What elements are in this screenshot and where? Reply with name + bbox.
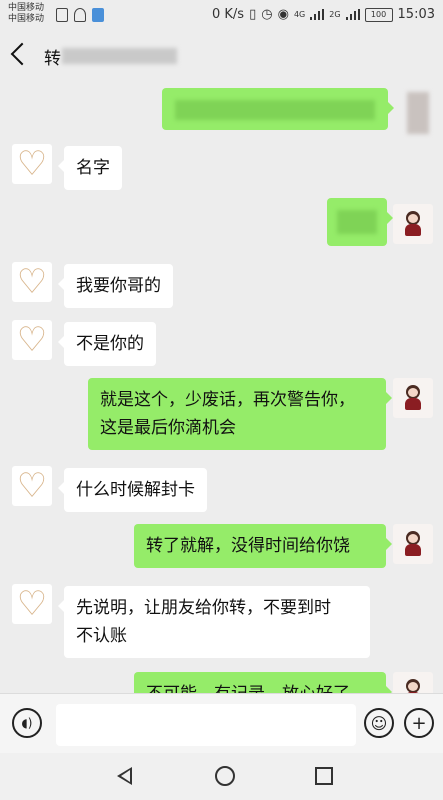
redacted-message: [337, 210, 377, 234]
carrier-1: 中国移动: [8, 3, 45, 13]
girl-avatar-icon: [402, 385, 424, 411]
signal-icon: [310, 9, 325, 20]
message-bubble-received[interactable]: 先说明，让朋友给你转，不要到时 不认账: [58, 586, 370, 658]
system-nav-bar: [0, 753, 443, 800]
eye-icon: ◉: [277, 7, 289, 22]
carrier-2: 中国移动: [8, 14, 45, 24]
message-bubble-received[interactable]: 我要你哥的: [58, 264, 173, 308]
chat-header: 转: [0, 32, 443, 82]
message-bubble-sent[interactable]: 转了就解，没得时间给你饶: [134, 524, 392, 568]
smile-icon: ☺: [370, 713, 388, 733]
self-avatar[interactable]: [393, 204, 433, 244]
status-right: 0 K/s ▯ ◷ ◉ 4G 2G 100 15:03: [212, 7, 435, 22]
vibrate-icon: ▯: [249, 7, 257, 22]
heart-avatar-icon: ♡: [16, 466, 48, 506]
emoji-icon[interactable]: ☺: [364, 708, 394, 738]
self-avatar[interactable]: [393, 672, 433, 693]
signal-2-icon: [345, 9, 360, 20]
chat-title: 转: [44, 49, 61, 69]
alarm-icon: ◷: [261, 7, 273, 22]
redacted-name: [62, 48, 177, 64]
voice-wave-icon: ◖): [21, 716, 33, 730]
clock: 15:03: [397, 7, 435, 22]
contact-avatar[interactable]: ♡: [12, 262, 52, 302]
input-bar: ◖) ☺ +: [0, 693, 443, 754]
network-type-2: 2G: [329, 10, 341, 19]
nav-home-icon[interactable]: [215, 766, 235, 786]
voice-icon[interactable]: ◖): [12, 708, 42, 738]
girl-avatar-icon: [402, 211, 424, 237]
girl-avatar-icon: [402, 531, 424, 557]
redacted-avatar: [407, 92, 429, 134]
net-speed: 0 K/s: [212, 7, 245, 22]
message-list[interactable]: ♡ 名字 ♡ 我要你哥的 ♡ 不是你的 就是这个，少废话，再次警告你， 这是最后…: [0, 82, 443, 693]
heart-avatar-icon: ♡: [16, 144, 48, 184]
message-line: 不认账: [76, 626, 127, 646]
status-bar: 中国移动 中国移动 0 K/s ▯ ◷ ◉ 4G 2G 100 15:03: [0, 0, 443, 32]
girl-avatar-icon: [402, 679, 424, 693]
contact-avatar[interactable]: ♡: [12, 584, 52, 624]
nav-back-icon[interactable]: [117, 767, 132, 785]
contact-avatar[interactable]: ♡: [12, 144, 52, 184]
message-input[interactable]: [56, 704, 356, 746]
message-line: 先说明，让朋友给你转，不要到时: [76, 598, 331, 618]
message-line: 这是最后你滴机会: [100, 418, 236, 438]
sim-icon: [56, 8, 68, 22]
nav-recents-icon[interactable]: [315, 767, 333, 785]
message-bubble-sent[interactable]: 不可能，有记录，放心好了: [134, 672, 392, 693]
message-bubble-received[interactable]: 什么时候解封卡: [58, 468, 207, 512]
message-bubble-received[interactable]: 名字: [58, 146, 122, 190]
back-arrow-icon[interactable]: [10, 42, 34, 66]
message-bubble-received[interactable]: 不是你的: [58, 322, 156, 366]
message-line: 就是这个，少废话，再次警告你，: [100, 390, 355, 410]
heart-avatar-icon: ♡: [16, 320, 48, 360]
contact-avatar[interactable]: ♡: [12, 466, 52, 506]
plus-icon: +: [411, 712, 427, 734]
carrier-info: 中国移动 中国移动: [8, 3, 44, 25]
contact-avatar[interactable]: ♡: [12, 320, 52, 360]
self-avatar[interactable]: [393, 378, 433, 418]
heart-avatar-icon: ♡: [16, 262, 48, 302]
add-icon[interactable]: +: [404, 708, 434, 738]
redacted-message: [175, 100, 375, 120]
self-avatar[interactable]: [393, 524, 433, 564]
app-icon: [92, 8, 104, 22]
notification-icon: [74, 8, 86, 22]
battery-icon: 100: [364, 7, 393, 22]
network-type-1: 4G: [293, 10, 306, 19]
heart-avatar-icon: ♡: [16, 584, 48, 624]
message-bubble-sent[interactable]: 就是这个，少废话，再次警告你， 这是最后你滴机会: [88, 378, 392, 450]
